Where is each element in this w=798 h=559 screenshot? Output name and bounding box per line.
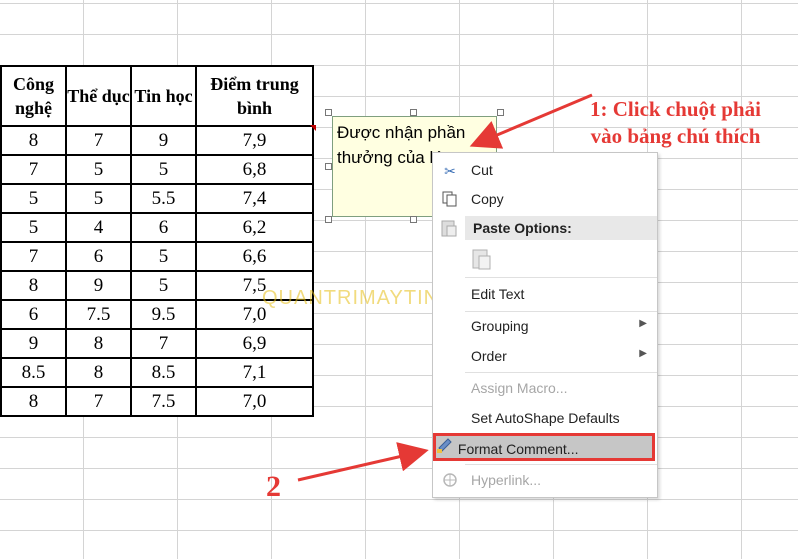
annotation-arrows (297, 93, 593, 482)
step1-arrow (469, 93, 593, 149)
step2-arrow (297, 442, 429, 482)
